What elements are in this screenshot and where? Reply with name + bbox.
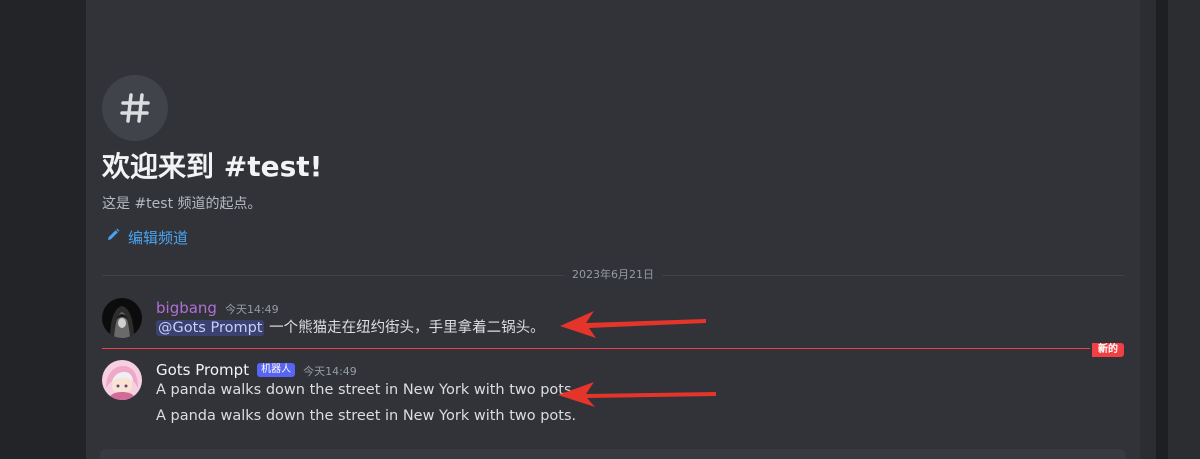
message-text: 一个熊猫走在纽约街头，手里拿着二锅头。 — [269, 320, 545, 336]
avatar[interactable] — [102, 360, 142, 400]
edit-channel-label: 编辑频道 — [128, 228, 189, 247]
hash-icon — [102, 75, 168, 141]
annotation-arrow — [558, 382, 716, 407]
username[interactable]: Gots Prompt — [156, 360, 249, 380]
left-gutter — [0, 0, 86, 459]
scrollbar-track[interactable] — [1156, 0, 1168, 459]
edit-channel-link[interactable]: 编辑频道 — [106, 226, 188, 248]
timestamp[interactable]: 今天14:49 — [303, 363, 357, 379]
date-divider-label: 2023年6月21日 — [564, 267, 662, 283]
message-header: bigbang 今天14:49 — [156, 298, 279, 318]
username[interactable]: bigbang — [156, 298, 217, 318]
right-panel — [1140, 0, 1200, 459]
pencil-icon — [106, 228, 120, 246]
new-divider-line — [102, 348, 1090, 349]
message-content: @Gots Prompt 一个熊猫走在纽约街头，手里拿着二锅头。 — [156, 317, 545, 339]
message-text-line: A panda walks down the street in New Yor… — [156, 408, 577, 424]
new-messages-badge: 新的 — [1092, 343, 1124, 357]
welcome-title: 欢迎来到 #test! — [102, 150, 323, 183]
date-divider: 2023年6月21日 — [102, 265, 1124, 285]
new-messages-divider: 新的 — [102, 343, 1124, 357]
message-input-edge[interactable] — [100, 449, 1126, 459]
message-text-line: A panda walks down the street in New Yor… — [156, 382, 577, 398]
welcome-subtitle: 这是 #test 频道的起点。 — [102, 196, 262, 212]
avatar[interactable] — [102, 298, 142, 338]
chat-area: 欢迎来到 #test! 这是 #test 频道的起点。 编辑频道 2023年6月… — [86, 0, 1140, 459]
annotation-arrow — [560, 311, 706, 338]
user-mention[interactable]: @Gots Prompt — [156, 320, 265, 336]
bot-badge: 机器人 — [257, 363, 296, 377]
message-header: Gots Prompt 机器人 今天14:49 — [156, 360, 357, 380]
timestamp[interactable]: 今天14:49 — [225, 301, 279, 317]
